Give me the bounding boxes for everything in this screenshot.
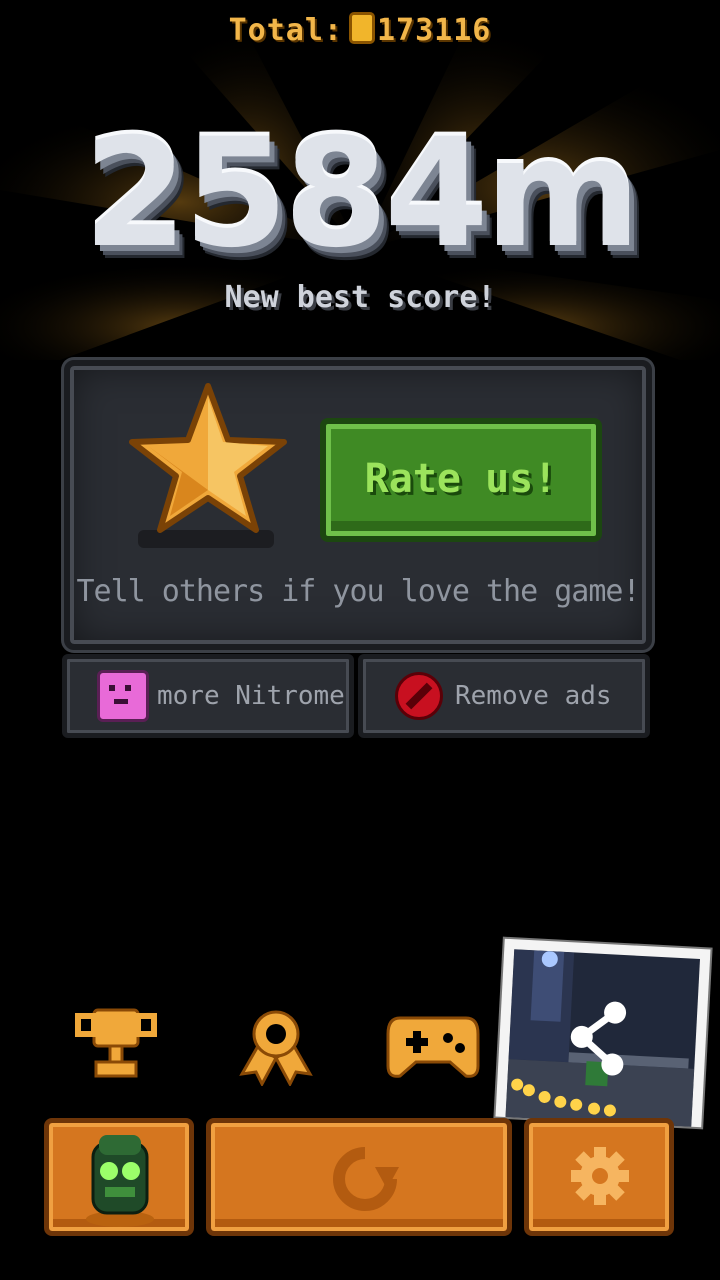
- more-nitrome-button[interactable]: more Nitrome: [62, 654, 354, 738]
- replay-icon: [333, 1147, 399, 1211]
- total-coins: Total: 173116: [0, 12, 720, 48]
- character-icon: [86, 1135, 154, 1227]
- best-score-message: New best score!: [224, 280, 496, 315]
- gamepad-icon[interactable]: [386, 1010, 480, 1082]
- ribbon-icon[interactable]: [236, 1006, 316, 1086]
- character-button[interactable]: [44, 1118, 194, 1236]
- screenshot-share-card[interactable]: [495, 938, 711, 1128]
- no-ads-icon: [395, 672, 443, 720]
- star-icon: [129, 383, 287, 533]
- rate-us-button[interactable]: Rate us!: [320, 418, 602, 542]
- trophy-icon[interactable]: [74, 1006, 158, 1082]
- total-value: 173116: [377, 13, 492, 48]
- gear-icon: [571, 1147, 629, 1205]
- share-icon[interactable]: [566, 998, 630, 1077]
- distance-score: 2584m: [83, 107, 641, 281]
- nitrome-icon: [97, 670, 149, 722]
- settings-button[interactable]: [524, 1118, 674, 1236]
- total-label: Total:: [228, 13, 343, 48]
- remove-ads-label: Remove ads: [455, 681, 612, 711]
- coin-icon: [349, 12, 375, 44]
- remove-ads-button[interactable]: Remove ads: [358, 654, 650, 738]
- more-nitrome-label: more Nitrome: [157, 681, 345, 711]
- replay-button[interactable]: [206, 1118, 512, 1236]
- rate-tagline: Tell others if you love the game!: [76, 574, 640, 609]
